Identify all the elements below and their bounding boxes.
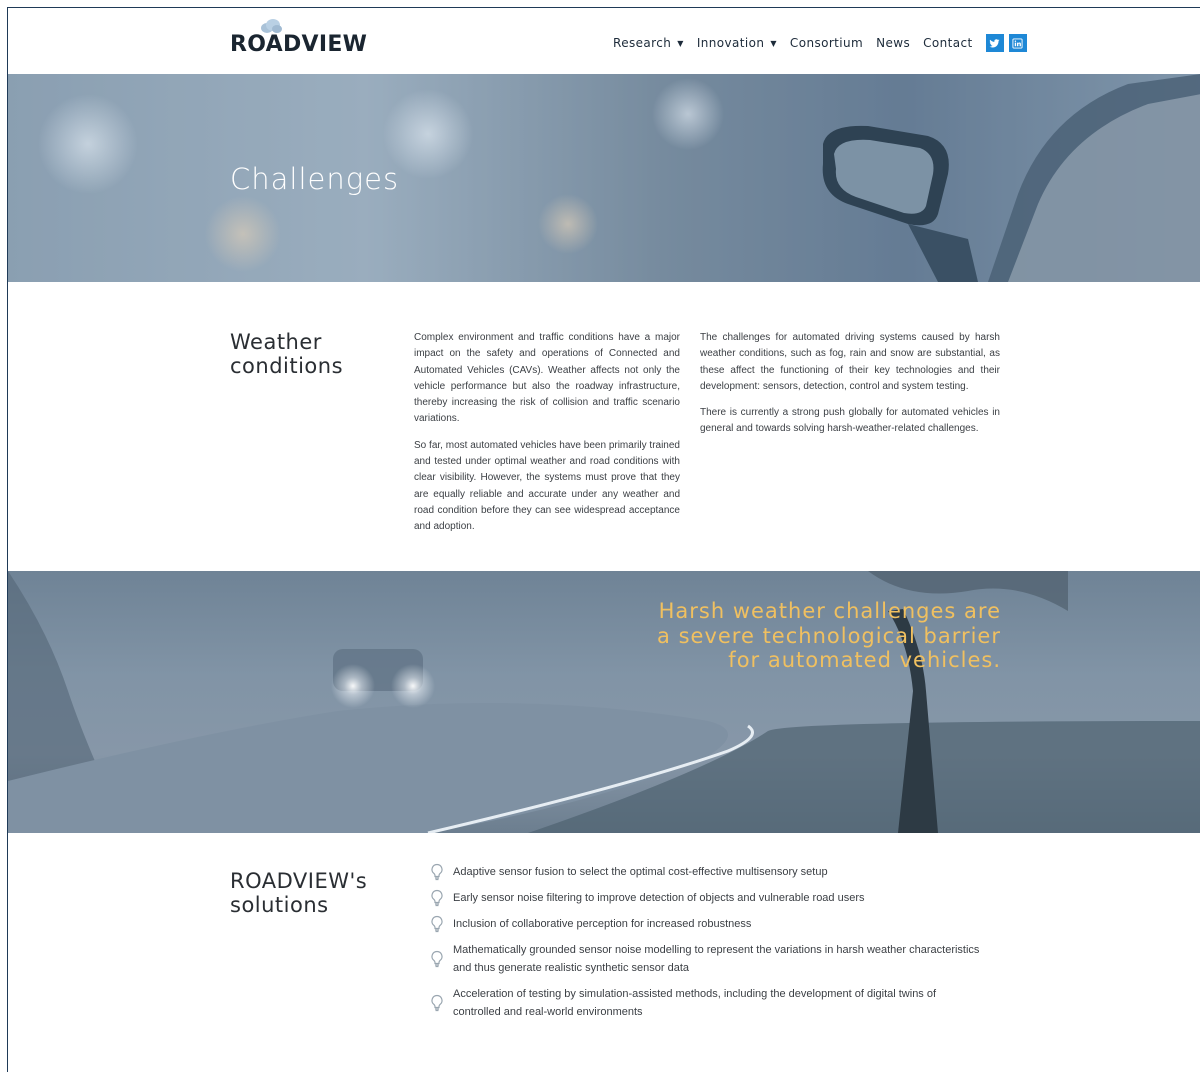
list-item: Acceleration of testing by simulation-as…: [426, 985, 986, 1021]
solutions-section-title: ROADVIEW's solutions: [230, 869, 367, 917]
title-line: ROADVIEW's: [230, 869, 368, 893]
paragraph: Complex environment and traffic conditio…: [414, 332, 680, 425]
nav-item-research[interactable]: Research ▼: [613, 36, 684, 50]
solution-text: Adaptive sensor fusion to select the opt…: [453, 866, 828, 878]
nav-item-contact[interactable]: Contact: [923, 36, 973, 50]
quote-line: for automated vehicles.: [728, 648, 1001, 672]
list-item: Adaptive sensor fusion to select the opt…: [426, 863, 986, 881]
list-item: Early sensor noise filtering to improve …: [426, 889, 986, 907]
paragraph: The challenges for automated driving sys…: [700, 332, 1000, 392]
linkedin-icon[interactable]: [1008, 34, 1027, 52]
lightbulb-icon: [431, 994, 443, 1012]
lightbulb-icon: [431, 950, 443, 968]
page-frame: ROADVIEW Research ▼ Innovation ▼ Consort…: [7, 7, 1200, 1072]
solutions-list: Adaptive sensor fusion to select the opt…: [426, 863, 986, 1029]
title-line: solutions: [230, 893, 329, 917]
hero-banner: Challenges: [8, 74, 1200, 282]
paragraph: So far, most automated vehicles have bee…: [414, 439, 680, 533]
main-nav: Research ▼ Innovation ▼ Consortium News …: [613, 32, 1032, 54]
solution-text: Acceleration of testing by simulation-as…: [453, 988, 937, 1018]
lightbulb-icon: [431, 915, 443, 933]
site-header: ROADVIEW Research ▼ Innovation ▼ Consort…: [8, 8, 1200, 74]
list-item: Mathematically grounded sensor noise mod…: [426, 941, 986, 977]
nav-item-consortium[interactable]: Consortium: [790, 36, 863, 50]
fog-banner: Harsh weather challenges are a severe te…: [8, 571, 1200, 833]
quote-line: a severe technological barrier: [657, 623, 1001, 648]
list-item: Inclusion of collaborative perception fo…: [426, 915, 986, 933]
title-line: conditions: [230, 354, 344, 378]
fog-road-image: [8, 571, 1200, 833]
nav-label: News: [876, 36, 911, 50]
nav-item-news[interactable]: News: [876, 36, 910, 50]
quote-line: Harsh weather challenges are: [658, 599, 1001, 623]
weather-column-1: Complex environment and traffic conditio…: [414, 330, 680, 546]
caret-down-icon: ▼: [677, 38, 684, 48]
lightbulb-icon: [431, 863, 443, 881]
lightbulb-icon: [431, 889, 443, 907]
paragraph: There is currently a strong push globall…: [700, 407, 1000, 435]
nav-label: Consortium: [789, 36, 864, 50]
nav-label: Research: [613, 36, 672, 50]
twitter-icon[interactable]: [985, 34, 1004, 52]
solution-text: Mathematically grounded sensor noise mod…: [453, 944, 980, 974]
solution-text: Inclusion of collaborative perception fo…: [453, 918, 752, 930]
solution-text: Early sensor noise filtering to improve …: [453, 892, 865, 904]
nav-label: Innovation: [696, 36, 765, 50]
banner-quote: Harsh weather challenges are a severe te…: [657, 599, 1001, 673]
nav-item-innovation[interactable]: Innovation ▼: [697, 36, 777, 50]
weather-column-2: The challenges for automated driving sys…: [700, 330, 1000, 448]
caret-down-icon: ▼: [770, 38, 777, 48]
site-logo[interactable]: ROADVIEW: [230, 32, 367, 57]
weather-section-title: Weather conditions: [230, 330, 343, 378]
hero-background-image: [8, 74, 1200, 282]
nav-label: Contact: [923, 36, 973, 50]
page-title: Challenges: [230, 162, 400, 196]
title-line: Weather: [230, 330, 322, 354]
